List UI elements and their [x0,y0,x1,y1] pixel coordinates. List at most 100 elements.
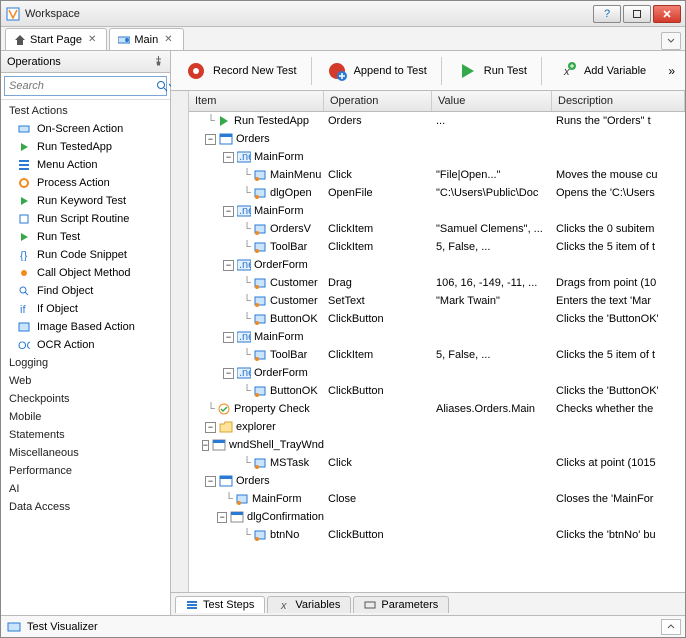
grid-row[interactable]: └Property CheckAliases.Orders.MainChecks… [189,400,685,418]
category-data-access[interactable]: Data Access [1,498,170,516]
append-to-test-button[interactable]: Append to Test [318,56,435,86]
tab-test-steps[interactable]: Test Steps [175,596,265,613]
grid-row[interactable]: └CustomerDrag106, 16, -149, -11, ...Drag… [189,274,685,292]
help-button[interactable]: ? [593,5,621,23]
operations-list[interactable]: Test Actions On-Screen ActionRun TestedA… [1,100,170,615]
operation-item[interactable]: Call Object Method [1,264,170,282]
grid-row[interactable]: −.netMainForm [189,202,685,220]
operation-item[interactable]: On-Screen Action [1,120,170,138]
visualizer-expand-button[interactable] [661,619,681,635]
row-description: Clicks the 'ButtonOK' [552,385,685,397]
row-operation: ClickButton [324,529,432,541]
tab-start-page[interactable]: Start Page ✕ [5,28,107,50]
operation-item[interactable]: Run TestedApp [1,138,170,156]
category-checkpoints[interactable]: Checkpoints [1,390,170,408]
tree-toggle[interactable]: − [223,152,234,163]
grid-row[interactable]: └dlgOpenOpenFile"C:\Users\Public\DocOpen… [189,184,685,202]
tree-toggle[interactable]: − [217,512,227,523]
tree-toggle[interactable]: − [223,368,234,379]
maximize-button[interactable] [623,5,651,23]
row-item-label: btnNo [270,529,299,541]
tab-overflow-chevron[interactable] [661,32,681,50]
tab-parameters[interactable]: Parameters [353,596,449,613]
operation-item[interactable]: Menu Action [1,156,170,174]
tree-toggle[interactable]: − [205,422,216,433]
tree-toggle[interactable]: − [205,134,216,145]
row-description: Clicks the 'ButtonOK' [552,313,685,325]
operation-item[interactable]: Run Keyword Test [1,192,170,210]
category-logging[interactable]: Logging [1,354,170,372]
column-header-description[interactable]: Description [552,91,685,111]
row-item-label: dlgOpen [270,187,312,199]
grid-row[interactable]: └btnNoClickButtonClicks the 'btnNo' bu [189,526,685,544]
tree-toggle[interactable]: − [223,332,234,343]
tab-close-button[interactable]: ✕ [162,34,174,45]
keyword-test-icon [118,34,130,46]
row-item-label: explorer [236,421,276,433]
pin-icon[interactable] [153,56,164,67]
run-test-button[interactable]: Run Test [448,56,535,86]
tree-line: └ [241,457,253,469]
grid-row[interactable]: −.netOrderForm [189,364,685,382]
grid-row[interactable]: − explorer [189,418,685,436]
grid-row[interactable]: └MSTaskClickClicks at point (1015 [189,454,685,472]
tree-toggle[interactable]: − [223,206,234,217]
tab-close-button[interactable]: ✕ [86,34,98,45]
add-variable-button[interactable]: x Add Variable [548,56,654,86]
category-statements[interactable]: Statements [1,426,170,444]
operation-item[interactable]: Run Test [1,228,170,246]
tab-variables[interactable]: x Variables [267,596,351,613]
tree-toggle[interactable]: − [205,476,216,487]
operation-item[interactable]: Image Based Action [1,318,170,336]
grid-row[interactable]: −Orders [189,472,685,490]
grid-row[interactable]: −.netOrderForm [189,256,685,274]
grid-row[interactable]: −Orders [189,130,685,148]
operation-item[interactable]: {}Run Code Snippet [1,246,170,264]
category-ai[interactable]: AI [1,480,170,498]
row-item-label: ToolBar [270,349,307,361]
close-button[interactable] [653,5,681,23]
operations-search[interactable] [4,76,167,96]
grid-row[interactable]: └ButtonOKClickButtonClicks the 'ButtonOK… [189,310,685,328]
operation-label: If Object [37,303,78,315]
grid-row[interactable]: └ButtonOKClickButtonClicks the 'ButtonOK… [189,382,685,400]
grid-row[interactable]: └CustomerSetText"Mark Twain"Enters the t… [189,292,685,310]
tree-toggle[interactable]: − [202,440,209,451]
grid-row[interactable]: └MainFormCloseCloses the 'MainFor [189,490,685,508]
tree-toggle[interactable]: − [223,260,234,271]
grid-row[interactable]: └MainMenuClick"File|Open..."Moves the mo… [189,166,685,184]
category-mobile[interactable]: Mobile [1,408,170,426]
search-input[interactable] [5,78,156,94]
operation-item[interactable]: OCROCR Action [1,336,170,354]
grid-row[interactable]: −.netMainForm [189,328,685,346]
column-header-operation[interactable]: Operation [324,91,432,111]
grid-row[interactable]: └ToolBarClickItem5, False, ...Clicks the… [189,238,685,256]
row-item-label: ToolBar [270,241,307,253]
search-icon[interactable] [156,77,168,95]
grid-header: Item Operation Value Description [189,91,685,112]
grid-row[interactable]: −wndShell_TrayWnd [189,436,685,454]
category-web[interactable]: Web [1,372,170,390]
test-visualizer-panel[interactable]: Test Visualizer [1,615,685,637]
row-item-label: OrderForm [254,259,308,271]
grid-row[interactable]: −dlgConfirmation [189,508,685,526]
grid-row[interactable]: └ToolBarClickItem5, False, ...Clicks the… [189,346,685,364]
operation-item[interactable]: Find Object [1,282,170,300]
row-icon [235,492,249,506]
operation-item[interactable]: Process Action [1,174,170,192]
grid-row[interactable]: −.netMainForm [189,148,685,166]
category-test-actions[interactable]: Test Actions [1,102,170,120]
test-steps-grid[interactable]: Item Operation Value Description └Run Te… [189,91,685,592]
column-header-value[interactable]: Value [432,91,552,111]
row-icon [219,420,233,434]
operation-item[interactable]: Run Script Routine [1,210,170,228]
grid-row[interactable]: └OrdersVClickItem"Samuel Clemens", ...Cl… [189,220,685,238]
column-header-item[interactable]: Item [189,91,324,111]
record-new-test-button[interactable]: Record New Test [177,56,305,86]
toolbar-overflow-button[interactable]: » [664,62,679,80]
operation-item[interactable]: ifIf Object [1,300,170,318]
category-miscellaneous[interactable]: Miscellaneous [1,444,170,462]
tab-main[interactable]: Main ✕ [109,28,183,50]
category-performance[interactable]: Performance [1,462,170,480]
grid-row[interactable]: └Run TestedAppOrders...Runs the "Orders"… [189,112,685,130]
